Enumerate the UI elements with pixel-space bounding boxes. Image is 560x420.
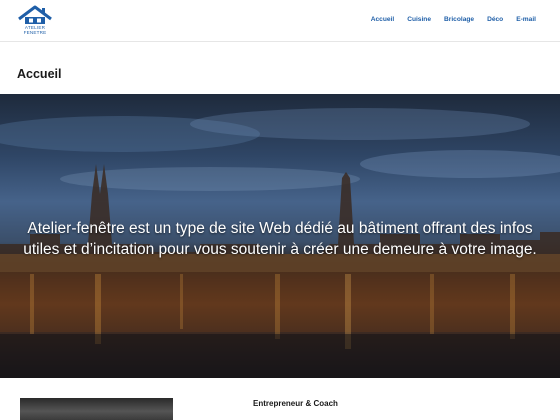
- post-heading[interactable]: Entrepreneur & Coach: [253, 399, 338, 408]
- page-title: Accueil: [17, 67, 62, 81]
- house-roof-icon: [18, 5, 52, 24]
- nav-item-deco[interactable]: Déco: [487, 16, 503, 23]
- nav-item-accueil[interactable]: Accueil: [371, 16, 394, 23]
- logo-line-2: FENETRE: [23, 30, 47, 35]
- site-header: ATELIER FENETRE Accueil Cuisine Bricolag…: [0, 0, 560, 42]
- nav-item-email[interactable]: E-mail: [516, 16, 536, 23]
- main-nav: Accueil Cuisine Bricolage Déco E-mail: [358, 16, 536, 23]
- hero-tagline: Atelier-fenêtre est un type de site Web …: [23, 219, 537, 258]
- nav-item-bricolage[interactable]: Bricolage: [444, 16, 474, 23]
- site-logo[interactable]: ATELIER FENETRE: [16, 4, 54, 38]
- post-thumbnail-image[interactable]: [20, 398, 173, 420]
- nav-item-cuisine[interactable]: Cuisine: [407, 16, 431, 23]
- hero-banner: Atelier-fenêtre est un type de site Web …: [0, 94, 560, 378]
